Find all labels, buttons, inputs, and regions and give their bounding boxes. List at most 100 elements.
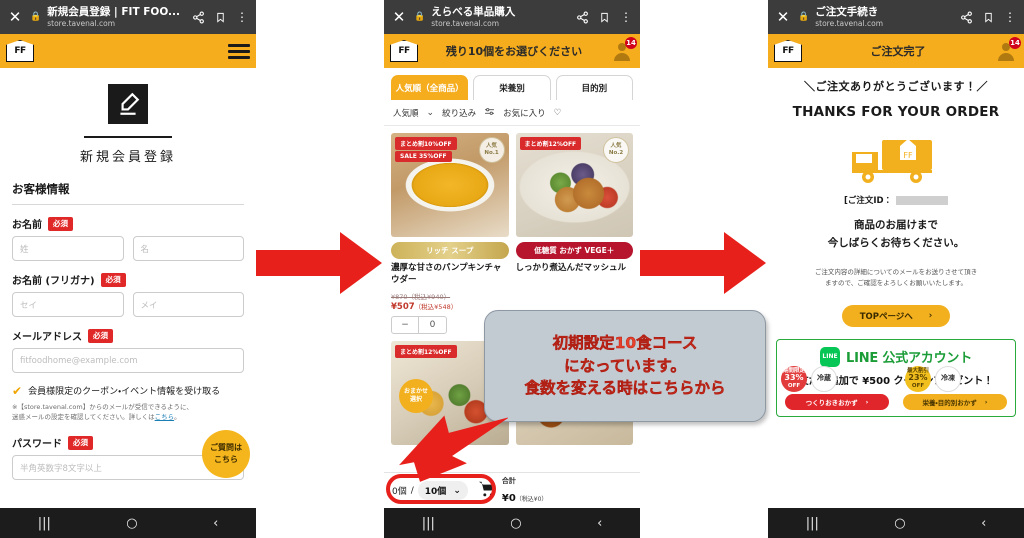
badge-sale: SALE 35%OFF — [395, 151, 452, 162]
tsukurioki-okazu-button[interactable]: つくりおきおかず › — [785, 393, 889, 410]
tab-by-purpose[interactable]: 目的別 — [555, 75, 633, 100]
refine-label[interactable]: 絞り込み — [442, 107, 476, 119]
product-category-pill: 低糖質 おかず VEGE＋ — [515, 242, 633, 259]
faq-line-2: こちら — [214, 455, 238, 464]
field-row-email: fitfoodhome@example.com — [12, 348, 244, 373]
share-icon[interactable] — [190, 11, 206, 24]
nav-recents-button[interactable]: ||| — [422, 516, 435, 531]
bookmark-icon[interactable] — [980, 11, 996, 24]
screenshot-stage: ✕ 🔒 新規会員登録 | FIT FOO... store.tavenal.co… — [0, 0, 1024, 538]
quantity-stepper[interactable]: − 0 — [391, 315, 447, 334]
hamburger-menu-icon[interactable] — [228, 43, 250, 59]
sliders-icon[interactable] — [484, 107, 495, 119]
tab-popular-all[interactable]: 人気順（全商品） — [391, 75, 469, 100]
first-name-input[interactable]: 名 — [132, 236, 244, 261]
await-message: 商品のお届けまで 今しばらくお待ちください。 — [778, 216, 1014, 253]
category-tabs: 人気順（全商品） 栄養別 目的別 — [384, 68, 640, 100]
tab-by-nutrition[interactable]: 栄養別 — [473, 75, 551, 100]
favorite-label[interactable]: お気に入り — [503, 107, 546, 119]
faq-floating-button[interactable]: ご質問は こちら — [202, 430, 250, 478]
field-label-kana-text: お名前 (フリガナ) — [12, 276, 95, 287]
nav-recents-button[interactable]: ||| — [806, 516, 819, 531]
product-price-new: ¥507（税込¥548） — [391, 301, 509, 312]
page-url: store.tavenal.com — [47, 18, 115, 28]
chevron-down-icon[interactable]: ⌄ — [427, 108, 435, 118]
overflow-menu-icon[interactable]: ⋮ — [1002, 10, 1018, 24]
ff-logo[interactable]: FF — [774, 40, 802, 62]
fineprint-line-1: ※【store.tavenal.com】からのメールが受信できるように、 — [12, 403, 193, 411]
nav-home-button[interactable]: ○ — [126, 516, 137, 531]
flow-arrow-right-1 — [256, 228, 384, 298]
first-name-kana-input[interactable]: メイ — [132, 292, 244, 317]
product-name: しっかり煮込んだマッシュル — [515, 263, 627, 273]
bookmark-icon[interactable] — [596, 11, 612, 24]
close-icon[interactable]: ✕ — [6, 9, 24, 25]
rank-label: 人気 — [610, 143, 622, 150]
checkbox-checked-icon[interactable]: ✔ — [12, 385, 22, 397]
omakase-line-2: 選択 — [409, 395, 422, 403]
total-tax: （税込¥0） — [515, 496, 548, 503]
delivery-truck-icon: FF — [848, 132, 944, 186]
heart-icon[interactable]: ♡ — [554, 108, 562, 118]
overflow-menu-icon[interactable]: ⋮ — [618, 10, 634, 24]
browser-chrome-bar-left: ✕ 🔒 新規会員登録 | FIT FOO... store.tavenal.co… — [0, 0, 256, 34]
ff-logo[interactable]: FF — [390, 40, 418, 62]
chilled-badge: 冷蔵 — [811, 365, 837, 392]
minus-icon[interactable]: − — [392, 316, 419, 333]
product-card[interactable]: まとめ割12%OFF 人気 No.2 低糖質 おかず VEGE＋ しっかり煮込ん… — [515, 133, 633, 334]
nav-back-button[interactable]: ‹ — [981, 516, 986, 531]
address-bar[interactable]: えらべる単品購入 store.tavenal.com — [431, 6, 568, 27]
nutrition-purpose-okazu-button[interactable]: 栄養・目的別おかず › — [903, 393, 1007, 410]
section-title-customer-info: お客様情報 — [12, 181, 244, 205]
fineprint-link[interactable]: こちら — [155, 413, 175, 421]
overflow-menu-icon[interactable]: ⋮ — [234, 10, 250, 24]
account-person-icon[interactable]: 14 — [610, 37, 637, 63]
thanks-message-jp: ＼ご注文ありがとうございます！／ — [804, 80, 988, 93]
await-line-2: 今しばらくお待ちください。 — [827, 237, 965, 250]
bookmark-icon[interactable] — [212, 11, 228, 24]
product-price-old: ¥870（税込¥940） — [391, 292, 451, 301]
nav-home-button[interactable]: ○ — [894, 516, 905, 531]
share-icon[interactable] — [574, 11, 590, 24]
nav-back-button[interactable]: ‹ — [213, 516, 218, 531]
annotation-callout: 初期設定10食コース になっています。 食数を変える時はこちらから — [484, 310, 766, 422]
product-image[interactable]: まとめ割12%OFF 人気 No.2 — [515, 133, 633, 237]
pencil-write-icon — [108, 84, 148, 124]
product-category-pill: リッチ スープ — [391, 242, 509, 259]
email-input[interactable]: fitfoodhome@example.com — [12, 348, 244, 373]
ff-logo[interactable]: FF — [6, 40, 34, 62]
close-icon[interactable]: ✕ — [774, 9, 792, 25]
omakase-line-1: おまかせ — [403, 387, 428, 395]
account-person-icon[interactable]: 14 — [994, 37, 1021, 63]
chevron-right-icon: › — [984, 397, 988, 406]
close-icon[interactable]: ✕ — [390, 9, 408, 25]
nav-home-button[interactable]: ○ — [510, 516, 521, 531]
newsletter-consent-row[interactable]: ✔ 会員様限定のクーポン・イベント情報を受け取る — [12, 384, 244, 398]
product-image[interactable]: まとめ割10%OFF SALE 35%OFF 人気 No.1 — [391, 133, 509, 237]
header-title: 残り10個をお選びください — [445, 45, 583, 58]
cart-badge-count: 14 — [625, 37, 637, 49]
last-name-input[interactable]: 姓 — [12, 236, 124, 261]
line-official-account-banner[interactable]: LINE LINE 公式アカウント 友だち追加で ¥500 クーポンプレゼント！… — [776, 338, 1016, 417]
site-header-mid: FF 残り10個をお選びください 14 — [384, 34, 640, 68]
required-badge: 必須 — [100, 272, 126, 287]
quantity-value[interactable]: 0 — [419, 317, 446, 333]
nav-recents-button[interactable]: ||| — [38, 516, 51, 531]
last-name-kana-input[interactable]: セイ — [12, 292, 124, 317]
phone-panel-signup: ✕ 🔒 新規会員登録 | FIT FOO... store.tavenal.co… — [0, 0, 256, 538]
page-title: えらべる単品購入 — [431, 6, 516, 19]
order-id-label: [ご注文ID： — [843, 196, 893, 206]
order-id-row: [ご注文ID： — [778, 194, 1014, 206]
sort-label[interactable]: 人気順 — [393, 107, 419, 119]
product-card[interactable]: まとめ割10%OFF SALE 35%OFF 人気 No.1 リッチ スープ 濃… — [391, 133, 509, 334]
total-value: ¥0 — [501, 493, 516, 504]
price-value: ¥507 — [391, 301, 415, 312]
address-bar[interactable]: 新規会員登録 | FIT FOO... store.tavenal.com — [47, 6, 184, 27]
share-icon[interactable] — [958, 11, 974, 24]
top-page-button[interactable]: TOPページへ › — [842, 304, 950, 327]
badge-value-23: 23% — [908, 373, 928, 383]
nav-back-button[interactable]: ‹ — [597, 516, 602, 531]
flow-arrow-right-2 — [640, 228, 768, 298]
address-bar[interactable]: ご注文手続き store.tavenal.com — [815, 6, 952, 27]
browser-chrome-bar-mid: ✕ 🔒 えらべる単品購入 store.tavenal.com ⋮ — [384, 0, 640, 34]
